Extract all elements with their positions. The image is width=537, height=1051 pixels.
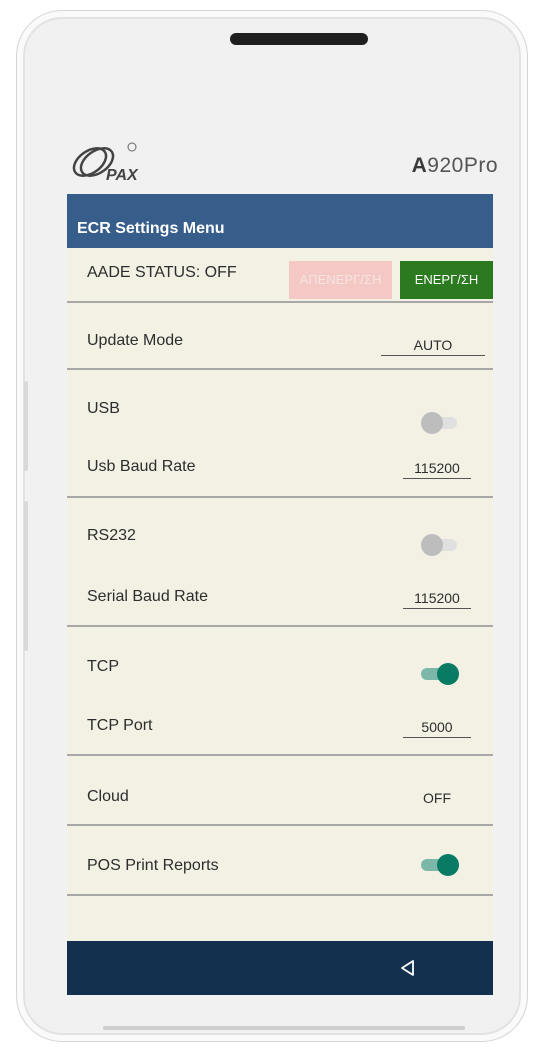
toggle-knob	[437, 854, 459, 876]
deactivate-button[interactable]: ΑΠΕΝΕΡΓ/ΣΗ	[289, 261, 392, 299]
divider	[67, 625, 493, 627]
cloud-value[interactable]: OFF	[423, 790, 451, 806]
speaker-grille	[230, 33, 368, 45]
tcp-label: TCP	[87, 658, 119, 675]
model-name: A920Pro	[411, 154, 498, 177]
divider	[67, 824, 493, 826]
tcp-toggle[interactable]	[421, 663, 461, 685]
toggle-knob	[437, 663, 459, 685]
pos-print-reports-toggle[interactable]	[421, 854, 461, 876]
navigation-bar	[67, 941, 493, 995]
usb-toggle[interactable]	[421, 412, 461, 434]
serial-baud-rate-field[interactable]: 115200	[403, 590, 471, 609]
rs232-toggle[interactable]	[421, 534, 461, 556]
serial-baud-rate-label: Serial Baud Rate	[87, 588, 208, 605]
brand-text: PAX	[106, 167, 139, 184]
aade-status-label: AADE STATUS: OFF	[87, 264, 237, 281]
side-button	[24, 381, 28, 471]
usb-baud-rate-label: Usb Baud Rate	[87, 458, 196, 475]
side-button	[24, 501, 28, 651]
divider	[67, 368, 493, 370]
toggle-knob	[421, 534, 443, 556]
tcp-port-label: TCP Port	[87, 717, 153, 734]
cloud-label: Cloud	[87, 788, 129, 805]
divider	[67, 754, 493, 756]
update-mode-label: Update Mode	[87, 332, 184, 349]
page-title: ECR Settings Menu	[77, 220, 225, 237]
activate-button[interactable]: ΕΝΕΡΓ/ΣΗ	[400, 261, 493, 299]
divider	[67, 301, 493, 303]
triangle-back-icon[interactable]	[397, 957, 419, 979]
usb-label: USB	[87, 400, 120, 417]
divider	[67, 496, 493, 498]
divider	[67, 894, 493, 896]
tcp-port-field[interactable]: 5000	[403, 719, 471, 738]
pax-logo: PAX	[72, 142, 139, 184]
rs232-label: RS232	[87, 527, 136, 544]
pos-print-reports-label: POS Print Reports	[87, 857, 219, 874]
device-branding: PAX A920Pro	[68, 134, 498, 190]
usb-baud-rate-field[interactable]: 115200	[403, 460, 471, 479]
update-mode-select[interactable]: AUTO	[381, 337, 485, 356]
toggle-knob	[421, 412, 443, 434]
device-bottom-edge	[103, 1026, 465, 1030]
device-screen: ECR Settings Menu AADE STATUS: OFF ΑΠΕΝΕ…	[67, 194, 493, 995]
title-bar: ECR Settings Menu	[67, 194, 493, 248]
